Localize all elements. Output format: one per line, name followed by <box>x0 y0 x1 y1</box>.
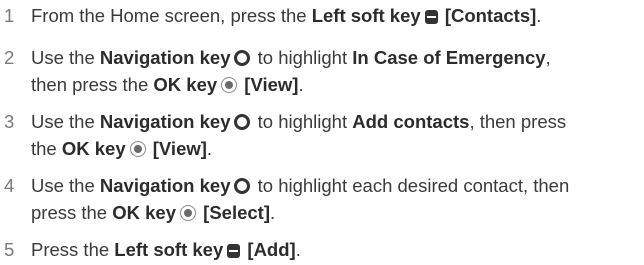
navigation-key-icon <box>234 178 251 194</box>
left-soft-key-icon <box>227 244 241 258</box>
ok-key-label: OK key <box>112 202 177 223</box>
in-case-of-emergency-label: In Case of Emergency <box>352 47 546 68</box>
step-text: Use the Navigation key to highlight In C… <box>31 47 551 95</box>
navigation-key-label: Navigation key <box>99 175 231 196</box>
step-2: 2 Use the Navigation key to highlight In… <box>0 44 640 98</box>
step-number: 4 <box>4 175 15 196</box>
step-number: 5 <box>4 239 15 260</box>
navigation-key-icon <box>234 114 251 130</box>
instruction-steps: 1 From the Home screen, press the Left s… <box>0 0 644 265</box>
step-text: Press the Left soft key [Add]. <box>31 239 301 260</box>
step-number: 2 <box>4 47 15 68</box>
add-contacts-label: Add contacts <box>352 111 470 132</box>
ok-key-label: OK key <box>61 138 126 159</box>
add-label: [Add] <box>247 239 296 260</box>
left-soft-key-label: Left soft key <box>311 5 421 26</box>
step-3: 3 Use the Navigation key to highlight Ad… <box>0 108 640 162</box>
ok-key-icon <box>180 205 197 221</box>
navigation-key-icon <box>234 50 251 66</box>
ok-key-icon <box>129 141 146 157</box>
step-text: Use the Navigation key to highlight Add … <box>31 111 567 159</box>
step-4: 4 Use the Navigation key to highlight ea… <box>0 172 640 226</box>
view-label: [View] <box>152 138 207 159</box>
navigation-key-label: Navigation key <box>99 47 231 68</box>
ok-key-label: OK key <box>153 74 218 95</box>
step-text: From the Home screen, press the Left sof… <box>31 5 542 26</box>
step-1: 1 From the Home screen, press the Left s… <box>0 2 640 29</box>
left-soft-key-label: Left soft key <box>114 239 224 260</box>
step-text: Use the Navigation key to highlight each… <box>31 175 570 223</box>
navigation-key-label: Navigation key <box>99 111 231 132</box>
left-soft-key-icon <box>424 10 438 24</box>
view-label: [View] <box>244 74 299 95</box>
contacts-label: [Contacts] <box>444 5 537 26</box>
step-number: 1 <box>4 5 15 26</box>
step-5: 5 Press the Left soft key [Add]. <box>0 236 640 263</box>
step-number: 3 <box>4 111 15 132</box>
select-label: [Select] <box>203 202 270 223</box>
ok-key-icon <box>221 77 238 93</box>
